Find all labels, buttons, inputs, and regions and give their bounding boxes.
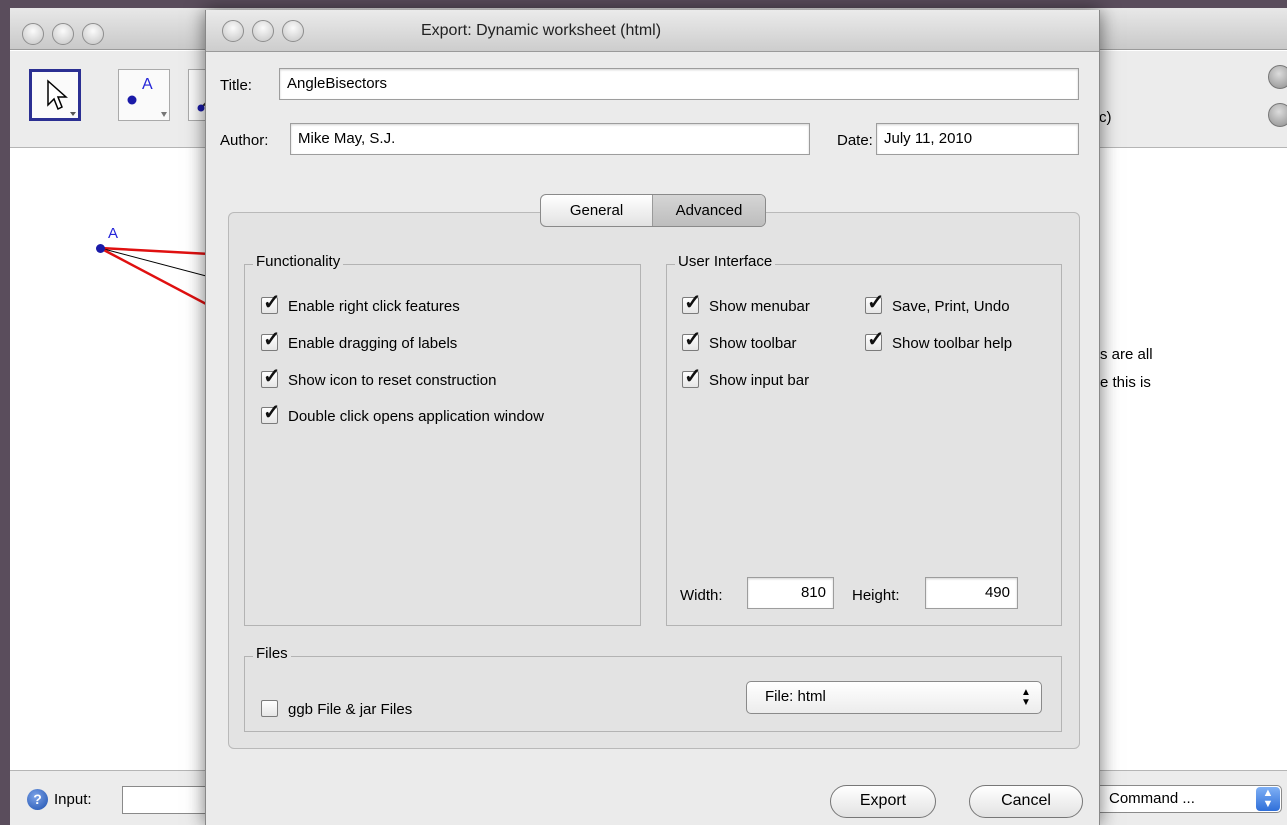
tab-general[interactable]: General: [541, 195, 653, 226]
dialog-minimize-button[interactable]: [252, 20, 274, 42]
save-print-undo-checkbox[interactable]: Save, Print, Undo: [865, 290, 1010, 315]
export-button[interactable]: Export: [830, 785, 936, 818]
checkbox-label: Double click opens application window: [288, 408, 544, 425]
checkbox-icon: [865, 327, 885, 352]
functionality-title: Functionality: [253, 253, 344, 270]
dialog-title: Export: Dynamic worksheet (html): [420, 22, 662, 39]
date-input[interactable]: July 11, 2010: [876, 123, 1079, 155]
input-field[interactable]: [122, 786, 212, 814]
checkbox-icon: [261, 364, 281, 389]
construction-lines: [99, 246, 210, 308]
description-line-2: e this is: [1100, 374, 1151, 391]
checkbox-icon: [261, 290, 281, 315]
description-line-1: s are all: [1100, 346, 1153, 363]
checkbox-icon: [682, 327, 702, 352]
tab-panel: Functionality Enable right click feature…: [228, 212, 1080, 749]
enable-right-click-checkbox[interactable]: Enable right click features: [261, 290, 460, 315]
functionality-group: Functionality Enable right click feature…: [244, 253, 641, 626]
author-label: Author:: [220, 132, 269, 149]
tab-bar: General Advanced: [540, 194, 766, 227]
help-icon[interactable]: ?: [27, 789, 48, 810]
dialog-close-button[interactable]: [222, 20, 244, 42]
move-tool-button[interactable]: [29, 69, 81, 121]
minimize-window-button[interactable]: [52, 23, 74, 45]
tab-advanced[interactable]: Advanced: [653, 195, 765, 226]
checkbox-label: Enable right click features: [288, 298, 460, 315]
arrow-cursor-icon: [47, 79, 76, 116]
description-text: s are all e this is: [1100, 341, 1153, 397]
checkbox-icon: [261, 700, 278, 717]
title-input[interactable]: AngleBisectors: [279, 68, 1079, 100]
point-a-label: A: [108, 225, 119, 242]
command-select[interactable]: Command ... ▲ ▼: [1094, 785, 1282, 813]
show-menubar-checkbox[interactable]: Show menubar: [682, 290, 810, 315]
user-interface-title: User Interface: [675, 253, 776, 270]
height-input[interactable]: 490: [925, 577, 1018, 609]
checkbox-label: Show toolbar: [709, 335, 797, 352]
input-label: Input:: [54, 791, 92, 808]
select-arrows-icon: ▲ ▼: [1021, 687, 1031, 708]
width-input[interactable]: 810: [747, 577, 834, 609]
point-tool-label: A: [142, 76, 153, 93]
height-label: Height:: [852, 587, 900, 604]
file-type-select[interactable]: File: html ▲ ▼: [746, 681, 1042, 714]
checkbox-icon: [682, 290, 702, 315]
checkbox-label: Show menubar: [709, 298, 810, 315]
zoom-window-button[interactable]: [82, 23, 104, 45]
point-tool-button[interactable]: A: [118, 69, 170, 121]
point-a[interactable]: [96, 244, 105, 253]
checkbox-label: Show input bar: [709, 372, 810, 389]
checkbox-label: Enable dragging of labels: [288, 335, 458, 352]
double-click-opens-window-checkbox[interactable]: Double click opens application window: [261, 400, 544, 425]
redo-icon[interactable]: [1268, 103, 1287, 127]
dialog-zoom-button[interactable]: [282, 20, 304, 42]
date-label: Date:: [837, 132, 873, 149]
cancel-button[interactable]: Cancel: [969, 785, 1083, 818]
checkbox-icon: [261, 327, 281, 352]
ggb-jar-files-checkbox[interactable]: ggb File & jar Files: [261, 700, 412, 718]
author-input[interactable]: Mike May, S.J.: [290, 123, 810, 155]
show-toolbar-checkbox[interactable]: Show toolbar: [682, 327, 797, 352]
files-title: Files: [253, 645, 291, 662]
checkbox-label: Show icon to reset construction: [288, 372, 497, 389]
close-window-button[interactable]: [22, 23, 44, 45]
width-label: Width:: [680, 587, 723, 604]
title-label: Title:: [220, 77, 252, 94]
enable-dragging-labels-checkbox[interactable]: Enable dragging of labels: [261, 327, 458, 352]
user-interface-group: User Interface Show menubar Save, Print,…: [666, 253, 1062, 626]
checkbox-label: Save, Print, Undo: [892, 298, 1010, 315]
undo-icon[interactable]: [1268, 65, 1287, 89]
select-arrows-icon: ▲ ▼: [1256, 787, 1280, 811]
checkbox-label: ggb File & jar Files: [288, 701, 413, 718]
show-reset-icon-checkbox[interactable]: Show icon to reset construction: [261, 364, 497, 389]
checkbox-label: Show toolbar help: [892, 335, 1013, 352]
command-select-value: Command ...: [1109, 790, 1195, 807]
export-dialog: Export: Dynamic worksheet (html) Title: …: [205, 10, 1100, 825]
checkbox-icon: [261, 400, 281, 425]
checkbox-icon: [682, 364, 702, 389]
show-toolbar-help-checkbox[interactable]: Show toolbar help: [865, 327, 1013, 352]
show-input-bar-checkbox[interactable]: Show input bar: [682, 364, 810, 389]
partial-toolbar-text: c): [1099, 109, 1112, 126]
dialog-titlebar: Export: Dynamic worksheet (html): [206, 10, 1099, 52]
checkbox-icon: [865, 290, 885, 315]
file-type-value: File: html: [765, 688, 826, 705]
